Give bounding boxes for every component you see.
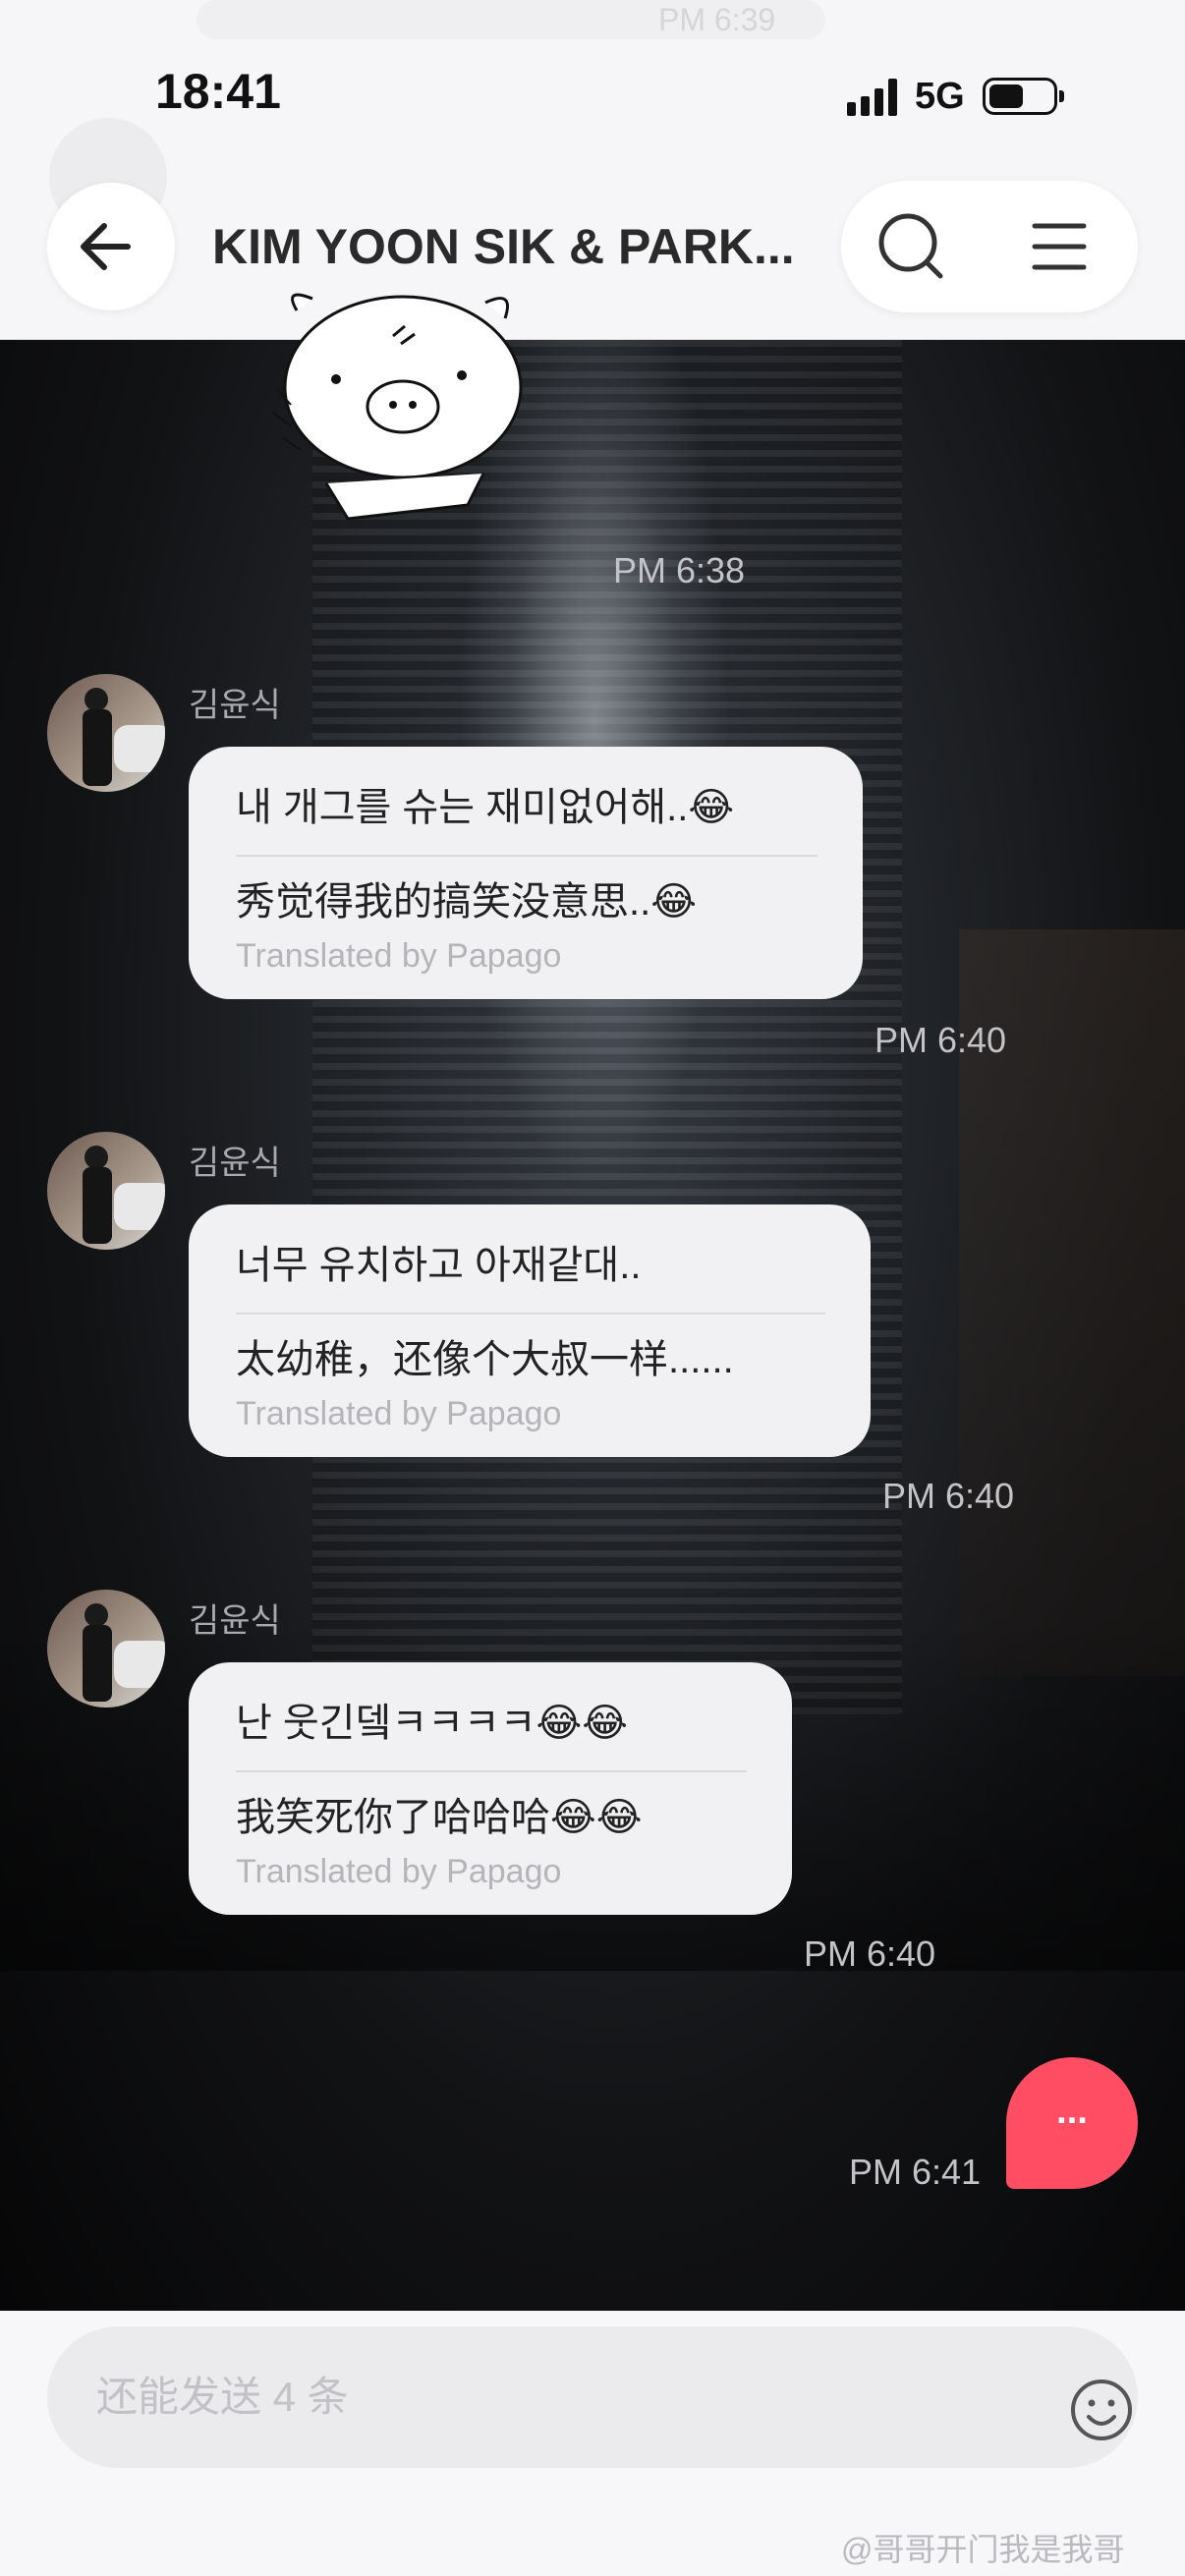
message-translation: 太幼稚，还像个大叔一样...... (236, 1338, 734, 1381)
translation-credit: Translated by Papago (236, 1853, 562, 1890)
translation-divider (236, 1313, 825, 1315)
translation-divider (236, 855, 818, 857)
message-time: PM 6:40 (804, 1933, 936, 1974)
avatar[interactable] (47, 674, 165, 792)
sender-name: 김윤식 (189, 1145, 281, 1182)
sender-name: 김윤식 (189, 687, 281, 724)
translation-divider (236, 1770, 747, 1772)
message-time: PM 6:40 (875, 1020, 1007, 1060)
previous-message-ghost: PM 6:39 (197, 0, 825, 39)
back-button[interactable] (47, 183, 175, 310)
sender-name: 김윤식 (189, 1602, 281, 1640)
status-icons: 5G (847, 71, 1064, 122)
message-korean: 너무 유치하고 아재같대.. (236, 1244, 642, 1287)
message-time: PM 6:40 (882, 1476, 1015, 1516)
typing-indicator-bubble[interactable]: ... (1006, 2057, 1138, 2189)
chat-title: KIM YOON SIK & PARK... (212, 219, 792, 274)
message-korean: 내 개그를 슈는 재미없어해..😂 (236, 786, 735, 829)
bear-sticker (272, 293, 523, 521)
message-korean: 난 웃긴뎈ㅋㅋㅋㅋ😂😂 (236, 1702, 628, 1745)
ghost-time: PM 6:39 (658, 2, 776, 37)
network-label: 5G (915, 75, 965, 117)
header-actions (841, 181, 1138, 312)
battery-icon (982, 78, 1064, 115)
translation-credit: Translated by Papago (236, 1395, 562, 1432)
message-bubble[interactable]: 내 개그를 슈는 재미없어해..😂 秀觉得我的搞笑没意思..😂 Translat… (189, 747, 863, 999)
message-translation: 秀觉得我的搞笑没意思..😂 (236, 880, 697, 924)
emoji-button[interactable] (1069, 2378, 1134, 2442)
menu-button[interactable] (1010, 196, 1108, 295)
outgoing-time: PM 6:41 (849, 2152, 982, 2192)
status-time: 18:41 (155, 64, 281, 119)
message-input-container (47, 2326, 1138, 2468)
smiley-icon (1071, 2380, 1132, 2440)
avatar[interactable] (47, 1590, 165, 1708)
menu-icon (1032, 223, 1087, 270)
watermark: @哥哥开门我是我哥 (841, 2532, 1125, 2567)
message-bubble[interactable]: 너무 유치하고 아재같대.. 太幼稚，还像个大叔一样...... Transla… (189, 1204, 871, 1457)
search-button[interactable] (863, 196, 961, 295)
avatar[interactable] (47, 1132, 165, 1250)
message-translation: 我笑死你了哈哈哈😂😂 (236, 1796, 643, 1839)
sticker-time: PM 6:38 (613, 550, 746, 590)
search-icon (878, 213, 943, 279)
signal-icon (847, 77, 897, 116)
message-bubble[interactable]: 난 웃긴뎈ㅋㅋㅋㅋ😂😂 我笑死你了哈哈哈😂😂 Translated by Pap… (189, 1662, 792, 1915)
message-input[interactable] (96, 2326, 981, 2468)
back-arrow-icon (81, 223, 131, 270)
chat-header: PM 6:39 18:41 5G KIM YOON SIK & PARK... (0, 0, 1185, 340)
translation-credit: Translated by Papago (236, 937, 562, 975)
